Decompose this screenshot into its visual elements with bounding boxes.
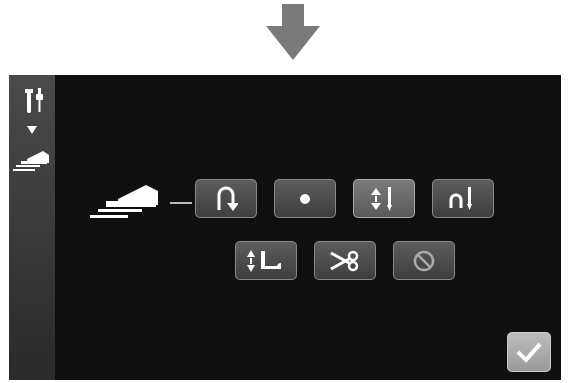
thread-cut-button[interactable]: [314, 241, 376, 280]
needle-up-button[interactable]: [432, 179, 494, 218]
machine-screen: [9, 75, 561, 380]
none-prohibited-icon: [413, 250, 435, 271]
down-arrow-icon: [266, 4, 320, 60]
presser-foot-up-down-button[interactable]: [235, 241, 297, 280]
checkmark-icon: [516, 342, 542, 363]
none-button[interactable]: [393, 241, 455, 280]
needle-up-down-button[interactable]: [353, 179, 415, 218]
needle-up-icon: [449, 186, 472, 210]
settings-wrench-screwdriver-icon[interactable]: [23, 87, 45, 115]
arrow-down-small-icon: [27, 126, 37, 134]
thread-cut-scissors-icon: [330, 250, 359, 271]
sidebar: [9, 75, 55, 380]
foot-pedal-large-icon: [90, 185, 158, 218]
reverse-stitch-icon: [217, 186, 238, 211]
ok-button[interactable]: [507, 332, 551, 372]
foot-pedal-icon[interactable]: [13, 149, 51, 171]
connector-line: [170, 202, 192, 204]
needle-up-down-icon: [371, 186, 392, 211]
single-stitch-icon: [300, 193, 310, 204]
reverse-stitch-button[interactable]: [195, 179, 257, 218]
single-stitch-button[interactable]: [274, 179, 336, 218]
presser-foot-up-down-icon: [247, 249, 281, 272]
